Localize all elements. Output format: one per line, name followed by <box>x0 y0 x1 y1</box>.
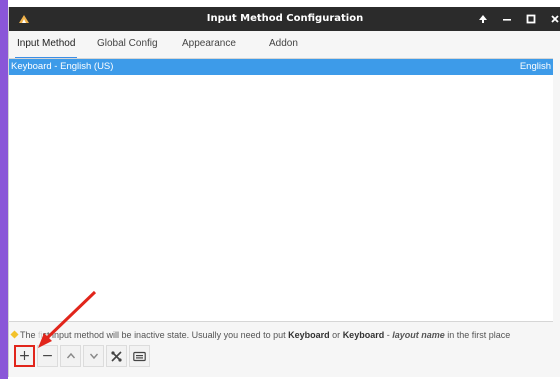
annotation-arrow <box>38 290 97 348</box>
